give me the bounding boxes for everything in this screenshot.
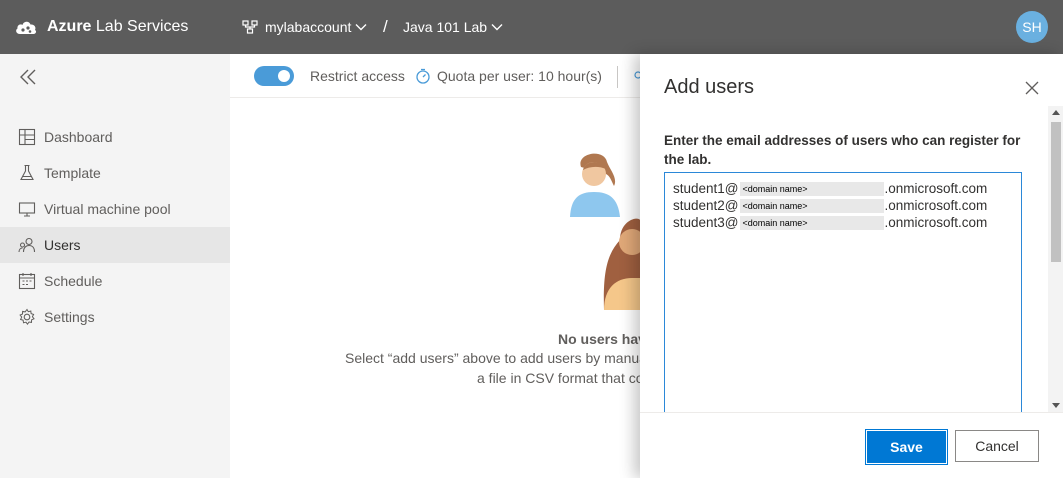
restrict-access-label: Restrict access (310, 68, 405, 84)
sidebar-item-label: Dashboard (44, 129, 113, 145)
sidebar-item-users[interactable]: Users (0, 227, 230, 263)
email-line: student3@ <domain name> .onmicrosoft.com (673, 214, 1013, 231)
stopwatch-icon (416, 68, 430, 84)
email-prefix: student3@ (673, 215, 739, 230)
scrollbar-thumb[interactable] (1051, 122, 1061, 262)
save-button[interactable]: Save (865, 429, 948, 465)
scroll-up-arrow-icon[interactable] (1052, 110, 1060, 115)
account-name: mylabaccount (265, 19, 352, 35)
collapse-sidebar-icon[interactable] (18, 67, 40, 87)
sidebar-item-template[interactable]: Template (0, 155, 230, 191)
empty-state-description-line2: a file in CSV format that contains email… (477, 370, 640, 386)
lab-account-icon (242, 20, 258, 34)
redacted-domain: <domain name> (739, 215, 884, 230)
account-selector[interactable]: mylabaccount (242, 0, 374, 54)
brand-name-rest: Lab Services (91, 18, 189, 35)
empty-state-title: No users have been added (558, 331, 640, 347)
email-addresses-textarea[interactable]: student1@ <domain name> .onmicrosoft.com s… (664, 172, 1022, 432)
cancel-button[interactable]: Cancel (955, 430, 1039, 462)
email-suffix: .onmicrosoft.com (884, 198, 988, 213)
toolbar-divider (617, 66, 618, 88)
sidebar-nav: Dashboard Template Virtual machine pool … (0, 119, 230, 335)
panel-footer: Save Cancel (640, 412, 1063, 478)
panel-scrollbar[interactable] (1048, 106, 1063, 412)
sidebar-item-settings[interactable]: Settings (0, 299, 230, 335)
sidebar-item-label: Template (44, 165, 101, 181)
brand[interactable]: Azure Lab Services (14, 0, 188, 54)
flask-icon (20, 164, 34, 181)
chevron-down-icon (491, 24, 503, 31)
add-users-panel: Add users Enter the email addresses of u… (640, 54, 1063, 478)
panel-title: Add users (664, 76, 755, 98)
redacted-domain: <domain name> (739, 181, 884, 196)
top-bar: Azure Lab Services mylabaccount / Java 1… (0, 0, 1063, 54)
chevron-down-icon (355, 24, 367, 31)
empty-state-description: Select “add users” above to add users by… (345, 350, 640, 366)
add-users-icon[interactable] (632, 68, 640, 84)
email-prefix: student2@ (673, 198, 739, 213)
email-line: student1@ <domain name> .onmicrosoft.com (673, 180, 1013, 197)
restrict-access-toggle[interactable] (254, 66, 294, 86)
cloud-logo-icon (16, 21, 37, 34)
sidebar-item-label: Virtual machine pool (44, 201, 171, 217)
close-icon[interactable] (1024, 80, 1040, 96)
users-icon (18, 237, 36, 253)
sidebar-item-label: Settings (44, 309, 95, 325)
sidebar-item-label: Schedule (44, 273, 103, 289)
email-suffix: .onmicrosoft.com (884, 181, 988, 196)
lab-name: Java 101 Lab (403, 19, 488, 35)
people-illustration (570, 153, 640, 310)
breadcrumb-separator: / (383, 17, 388, 36)
sidebar-item-label: Users (44, 237, 81, 253)
email-line: student2@ <domain name> .onmicrosoft.com (673, 197, 1013, 214)
scroll-down-arrow-icon[interactable] (1052, 403, 1060, 408)
email-suffix: .onmicrosoft.com (884, 215, 988, 230)
monitor-icon (18, 202, 36, 217)
instructions: Enter the email addresses of users who c… (664, 133, 1021, 167)
toggle-knob (278, 70, 290, 82)
sidebar-item-schedule[interactable]: Schedule (0, 263, 230, 299)
calendar-icon (18, 273, 36, 290)
brand-name-bold: Azure (47, 18, 92, 35)
sidebar: Dashboard Template Virtual machine pool … (0, 54, 230, 478)
gear-icon (19, 308, 35, 326)
users-toolbar: Restrict access Quota per user: 10 hour(… (230, 54, 640, 98)
sidebar-item-dashboard[interactable]: Dashboard (0, 119, 230, 155)
lab-selector[interactable]: Java 101 Lab (403, 0, 503, 54)
quota-button[interactable]: Quota per user: 10 hour(s) (437, 68, 602, 84)
email-prefix: student1@ (673, 181, 739, 196)
redacted-domain: <domain name> (739, 198, 884, 213)
dashboard-icon (18, 128, 36, 146)
sidebar-item-virtual-machine-pool[interactable]: Virtual machine pool (0, 191, 230, 227)
avatar[interactable]: SH (1016, 11, 1048, 43)
